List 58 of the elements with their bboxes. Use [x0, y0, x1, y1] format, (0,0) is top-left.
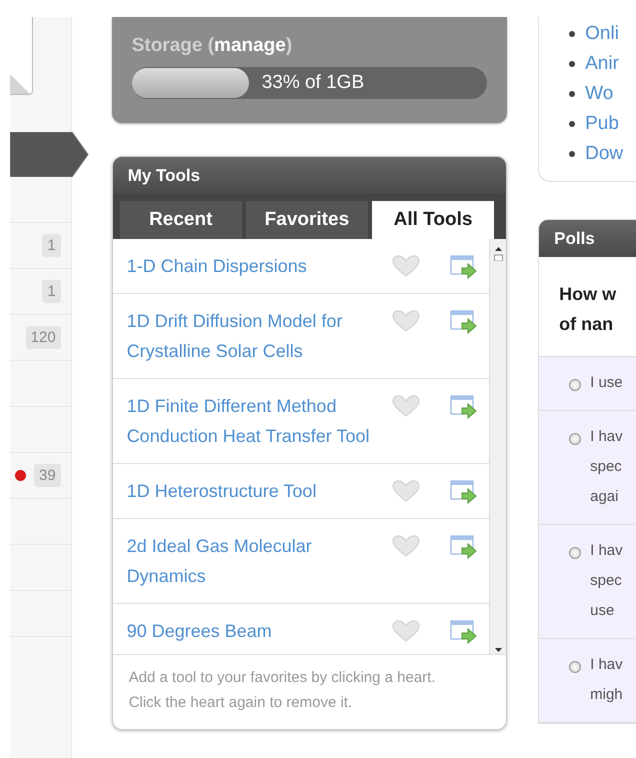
poll-option: migh — [590, 680, 623, 710]
storage-reading: 33% of 1GB — [262, 72, 364, 94]
fold-icon — [10, 74, 30, 94]
tools-hint: Add a tool to your favorites by clicking a heart. Click the heart again to remove it. — [112, 654, 506, 729]
count-badge: 120 — [26, 326, 61, 349]
bullet — [569, 31, 576, 37]
link[interactable]: Anir — [585, 53, 619, 75]
heart-icon[interactable] — [392, 395, 420, 417]
poll-option: use — [590, 596, 623, 626]
tool-link[interactable]: 1D Finite Different Method Conduction Heat Transfer Tool — [126, 391, 388, 451]
launch-icon[interactable] — [450, 310, 478, 334]
link[interactable]: Onli — [585, 23, 619, 45]
link[interactable]: Wo — [585, 83, 614, 105]
launch-icon[interactable] — [450, 535, 478, 559]
poll-option: spec — [590, 566, 623, 596]
radio-button[interactable] — [569, 661, 582, 673]
tool-link[interactable]: 1D Heterostructure Tool — [126, 476, 388, 506]
tab[interactable]: Recent — [120, 201, 242, 239]
poll-option: I hav — [590, 650, 623, 680]
radio-button[interactable] — [569, 547, 582, 559]
launch-icon[interactable] — [450, 620, 478, 644]
link[interactable]: Pub — [585, 113, 619, 135]
poll-option: agai — [590, 482, 623, 512]
bullet — [569, 121, 576, 127]
poll-question: of nan — [559, 313, 614, 336]
heart-icon[interactable] — [392, 255, 420, 277]
panel-title: Polls — [539, 220, 636, 257]
link[interactable]: Dow — [585, 143, 624, 165]
launch-icon[interactable] — [450, 395, 478, 419]
tab[interactable]: All Tools — [372, 201, 494, 239]
poll-option: I hav — [590, 422, 623, 452]
count-badge: 39 — [34, 464, 61, 487]
launch-icon[interactable] — [450, 480, 478, 504]
radio-button[interactable] — [569, 379, 582, 391]
heart-icon[interactable] — [392, 310, 420, 332]
bullet — [569, 151, 576, 157]
count-badge: 1 — [42, 234, 61, 257]
tool-link[interactable]: 1-D Chain Dispersions — [126, 251, 388, 281]
tool-link[interactable]: 90 Degrees Beam — [126, 616, 388, 646]
bullet — [569, 91, 576, 97]
launch-icon[interactable] — [450, 255, 478, 279]
count-badge: 1 — [42, 280, 61, 303]
storage-label: Storage (manage) — [132, 35, 294, 57]
scrollbar[interactable] — [489, 239, 506, 654]
tool-link[interactable]: 2d Ideal Gas Molecular Dynamics — [126, 531, 388, 591]
poll-question: How w — [559, 283, 618, 306]
heart-icon[interactable] — [392, 620, 420, 642]
tab[interactable]: Favorites — [246, 201, 368, 239]
scroll-down-icon[interactable] — [494, 646, 503, 654]
heart-icon[interactable] — [392, 480, 420, 502]
poll-option: I hav — [590, 536, 623, 566]
bullet — [569, 61, 576, 67]
poll-option: I use — [590, 368, 623, 398]
panel-title: My Tools — [112, 157, 506, 194]
poll-option: spec — [590, 452, 623, 482]
heart-icon[interactable] — [392, 535, 420, 557]
tool-link[interactable]: 1D Drift Diffusion Model for Crystalline Solar Cells — [126, 306, 388, 366]
radio-button[interactable] — [569, 433, 582, 445]
